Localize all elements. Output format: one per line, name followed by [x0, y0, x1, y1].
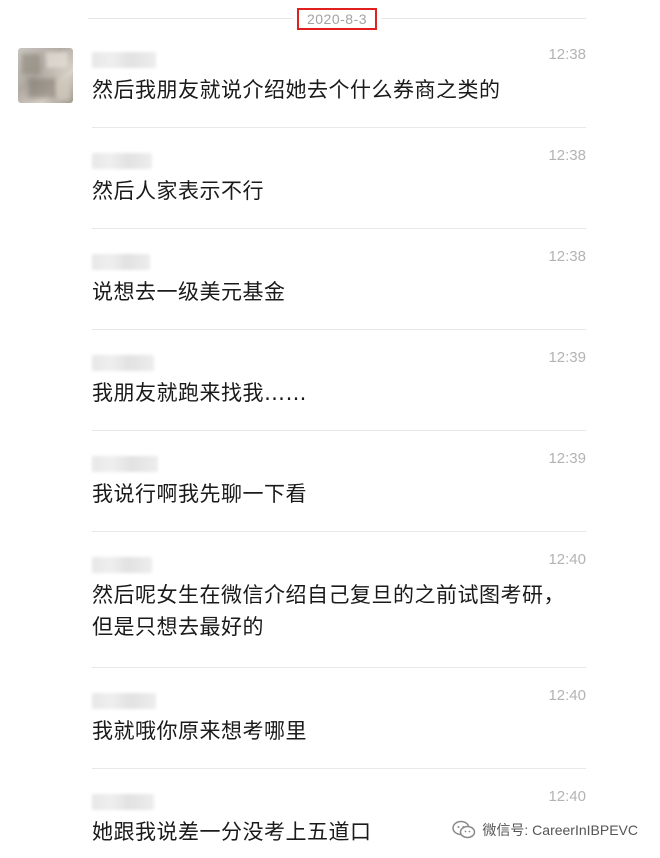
message-divider — [92, 329, 586, 330]
message-item[interactable]: 12:38 然后人家表示不行 — [92, 143, 586, 229]
message-text: 然后我朋友就说介绍她去个什么券商之类的 — [92, 78, 501, 102]
wechat-icon — [452, 820, 476, 840]
message-divider — [92, 127, 586, 128]
message-item[interactable]: 12:39 我朋友就跑来找我…… — [92, 345, 586, 431]
message-text: 我说行啊我先聊一下看 — [92, 482, 307, 506]
message-item[interactable]: 12:40 然后呢女生在微信介绍自己复旦的之前试图考研，但是只想去最好的 — [92, 547, 586, 668]
message-item[interactable]: 12:40 我就哦你原来想考哪里 — [92, 683, 586, 769]
date-line-right — [381, 18, 586, 19]
sender-name-blurred — [92, 153, 152, 169]
message-divider — [92, 768, 586, 769]
date-separator: 2020-8-3 — [88, 8, 586, 30]
message-item[interactable]: 12:38 说想去一级美元基金 — [92, 244, 586, 330]
message-time: 12:38 — [548, 147, 586, 164]
sender-name-blurred — [92, 693, 156, 709]
message-time: 12:38 — [548, 46, 586, 63]
wechat-watermark: 微信号: CareerInIBPEVC — [448, 818, 642, 842]
message-text: 说想去一级美元基金 — [92, 280, 286, 304]
message-item[interactable]: 12:38 然后我朋友就说介绍她去个什么券商之类的 — [92, 42, 586, 128]
message-divider — [92, 531, 586, 532]
message-divider — [92, 228, 586, 229]
sender-name-blurred — [92, 557, 152, 573]
message-text: 我朋友就跑来找我…… — [92, 381, 307, 405]
message-time: 12:38 — [548, 248, 586, 265]
message-time: 12:40 — [548, 788, 586, 805]
message-item[interactable]: 12:39 我说行啊我先聊一下看 — [92, 446, 586, 532]
message-time: 12:40 — [548, 551, 586, 568]
date-line-left — [88, 18, 293, 19]
message-text: 我就哦你原来想考哪里 — [92, 719, 307, 743]
sender-name-blurred — [92, 794, 154, 810]
message-divider — [92, 667, 586, 668]
message-time: 12:39 — [548, 349, 586, 366]
sender-name-blurred — [92, 456, 158, 472]
message-time: 12:39 — [548, 450, 586, 467]
date-label: 2020-8-3 — [296, 8, 378, 30]
sender-name-blurred — [92, 52, 156, 68]
watermark-text: 微信号: CareerInIBPEVC — [482, 822, 638, 838]
message-time: 12:40 — [548, 687, 586, 704]
sender-name-blurred — [92, 355, 154, 371]
message-divider — [92, 430, 586, 431]
avatar[interactable] — [18, 48, 73, 103]
message-text: 然后人家表示不行 — [92, 179, 264, 203]
message-text: 然后呢女生在微信介绍自己复旦的之前试图考研，但是只想去最好的 — [92, 583, 565, 639]
sender-name-blurred — [92, 254, 150, 270]
